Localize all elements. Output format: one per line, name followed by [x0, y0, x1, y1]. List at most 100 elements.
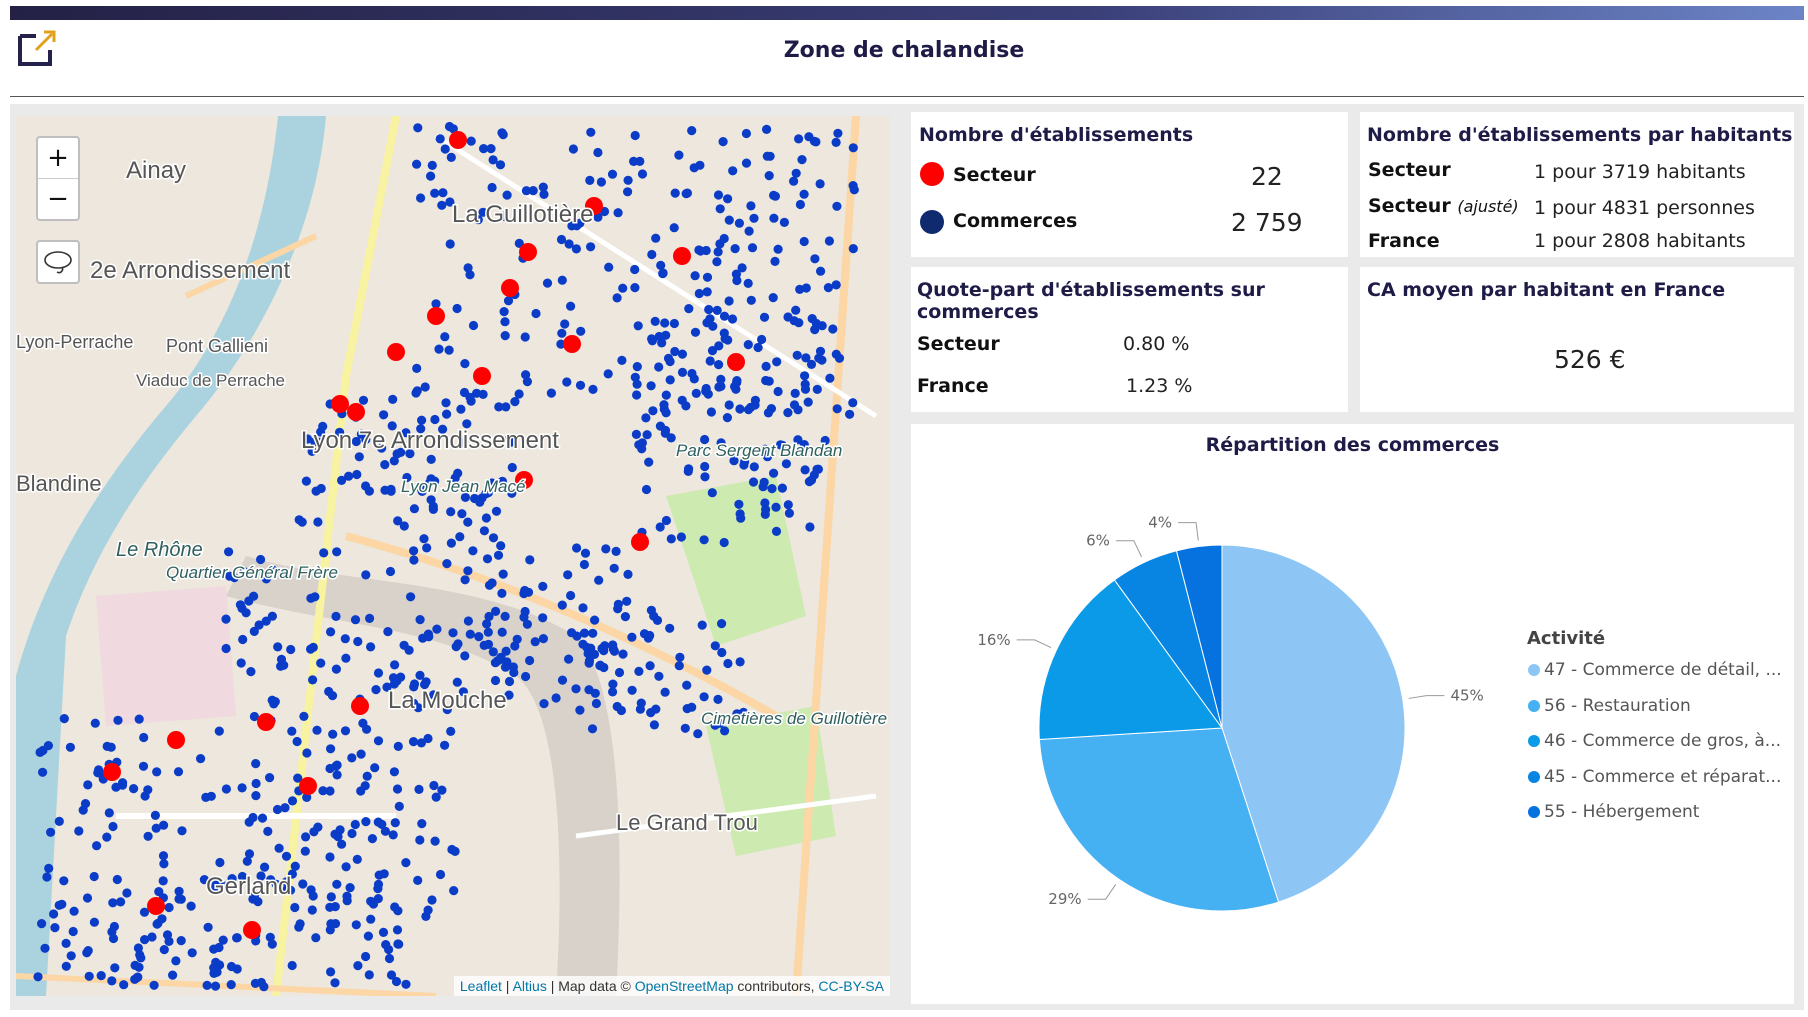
license-link[interactable]: CC-BY-SA: [818, 978, 884, 994]
commerce-marker[interactable]: [119, 980, 129, 990]
commerce-marker[interactable]: [710, 641, 720, 651]
commerce-marker[interactable]: [440, 144, 450, 154]
commerce-marker[interactable]: [287, 726, 297, 736]
commerce-marker[interactable]: [690, 327, 701, 337]
commerce-marker[interactable]: [769, 190, 779, 200]
commerce-marker[interactable]: [96, 971, 106, 981]
commerce-marker[interactable]: [102, 741, 112, 752]
commerce-marker[interactable]: [206, 791, 216, 801]
commerce-marker[interactable]: [633, 321, 643, 331]
commerce-marker[interactable]: [634, 666, 644, 677]
commerce-marker[interactable]: [108, 898, 118, 908]
commerce-marker[interactable]: [521, 186, 531, 196]
commerce-marker[interactable]: [770, 256, 780, 266]
commerce-marker[interactable]: [312, 725, 322, 735]
commerce-marker[interactable]: [749, 213, 759, 223]
commerce-marker[interactable]: [744, 226, 754, 236]
commerce-marker[interactable]: [612, 293, 622, 303]
commerce-marker[interactable]: [110, 963, 120, 973]
commerce-marker[interactable]: [235, 600, 245, 610]
commerce-marker[interactable]: [724, 215, 734, 225]
commerce-marker[interactable]: [641, 484, 652, 495]
commerce-marker[interactable]: [158, 851, 169, 861]
commerce-marker[interactable]: [603, 369, 613, 379]
commerce-marker[interactable]: [719, 537, 729, 548]
commerce-marker[interactable]: [69, 906, 79, 916]
commerce-marker[interactable]: [825, 373, 835, 383]
commerce-marker[interactable]: [497, 128, 507, 138]
commerce-marker[interactable]: [539, 699, 549, 709]
commerce-marker[interactable]: [294, 515, 304, 525]
commerce-marker[interactable]: [361, 817, 371, 827]
commerce-marker[interactable]: [365, 613, 375, 623]
commerce-marker[interactable]: [632, 390, 642, 400]
commerce-marker[interactable]: [435, 134, 445, 144]
commerce-marker[interactable]: [700, 472, 710, 482]
commerce-marker[interactable]: [272, 804, 283, 815]
commerce-marker[interactable]: [408, 737, 419, 747]
commerce-marker[interactable]: [416, 193, 426, 203]
commerce-marker[interactable]: [538, 613, 548, 623]
commerce-marker[interactable]: [488, 647, 498, 657]
commerce-marker[interactable]: [520, 332, 530, 342]
commerce-marker[interactable]: [735, 404, 745, 414]
commerce-marker[interactable]: [452, 303, 462, 314]
commerce-marker[interactable]: [251, 759, 261, 769]
commerce-marker[interactable]: [326, 627, 336, 637]
commerce-marker[interactable]: [734, 499, 744, 509]
commerce-marker[interactable]: [452, 677, 462, 687]
commerce-marker[interactable]: [651, 704, 661, 714]
commerce-marker[interactable]: [393, 939, 403, 949]
commerce-marker[interactable]: [149, 980, 159, 990]
commerce-marker[interactable]: [401, 979, 411, 989]
commerce-marker[interactable]: [724, 400, 734, 410]
commerce-marker[interactable]: [642, 430, 652, 440]
commerce-marker[interactable]: [611, 546, 621, 556]
commerce-marker[interactable]: [676, 532, 687, 542]
commerce-marker[interactable]: [790, 388, 800, 398]
commerce-marker[interactable]: [218, 935, 228, 945]
commerce-marker[interactable]: [660, 318, 670, 328]
commerce-marker[interactable]: [412, 363, 422, 373]
commerce-marker[interactable]: [332, 770, 342, 780]
commerce-marker[interactable]: [316, 483, 326, 494]
legend-item[interactable]: 55 - Hébergement: [1528, 802, 1699, 822]
commerce-marker[interactable]: [80, 799, 91, 809]
commerce-marker[interactable]: [463, 566, 473, 576]
commerce-marker[interactable]: [456, 404, 466, 414]
commerce-marker[interactable]: [588, 628, 598, 638]
commerce-marker[interactable]: [479, 526, 489, 536]
commerce-marker[interactable]: [90, 718, 100, 728]
commerce-marker[interactable]: [799, 189, 809, 199]
commerce-marker[interactable]: [719, 233, 729, 244]
commerce-marker[interactable]: [392, 925, 403, 935]
commerce-marker[interactable]: [287, 960, 297, 971]
legend-item[interactable]: 47 - Commerce de détail, ...: [1528, 660, 1782, 680]
commerce-marker[interactable]: [308, 675, 318, 685]
commerce-marker[interactable]: [586, 242, 596, 252]
commerce-marker[interactable]: [580, 548, 591, 558]
commerce-marker[interactable]: [531, 308, 541, 319]
commerce-marker[interactable]: [677, 349, 688, 359]
commerce-marker[interactable]: [393, 906, 403, 916]
commerce-marker[interactable]: [566, 301, 576, 311]
commerce-marker[interactable]: [488, 533, 499, 543]
commerce-marker[interactable]: [810, 254, 820, 264]
commerce-marker[interactable]: [630, 130, 640, 141]
commerce-marker[interactable]: [171, 956, 181, 966]
commerce-marker[interactable]: [89, 871, 99, 882]
secteur-marker[interactable]: [427, 307, 445, 325]
commerce-marker[interactable]: [350, 819, 360, 830]
commerce-marker[interactable]: [815, 179, 825, 189]
commerce-marker[interactable]: [366, 914, 376, 924]
commerce-marker[interactable]: [358, 395, 369, 405]
commerce-marker[interactable]: [538, 634, 549, 644]
commerce-marker[interactable]: [46, 827, 56, 837]
commerce-marker[interactable]: [232, 964, 242, 974]
commerce-marker[interactable]: [263, 826, 273, 837]
commerce-marker[interactable]: [417, 415, 427, 425]
commerce-marker[interactable]: [370, 763, 380, 773]
commerce-marker[interactable]: [681, 401, 691, 411]
commerce-marker[interactable]: [497, 588, 507, 598]
commerce-marker[interactable]: [428, 504, 438, 514]
